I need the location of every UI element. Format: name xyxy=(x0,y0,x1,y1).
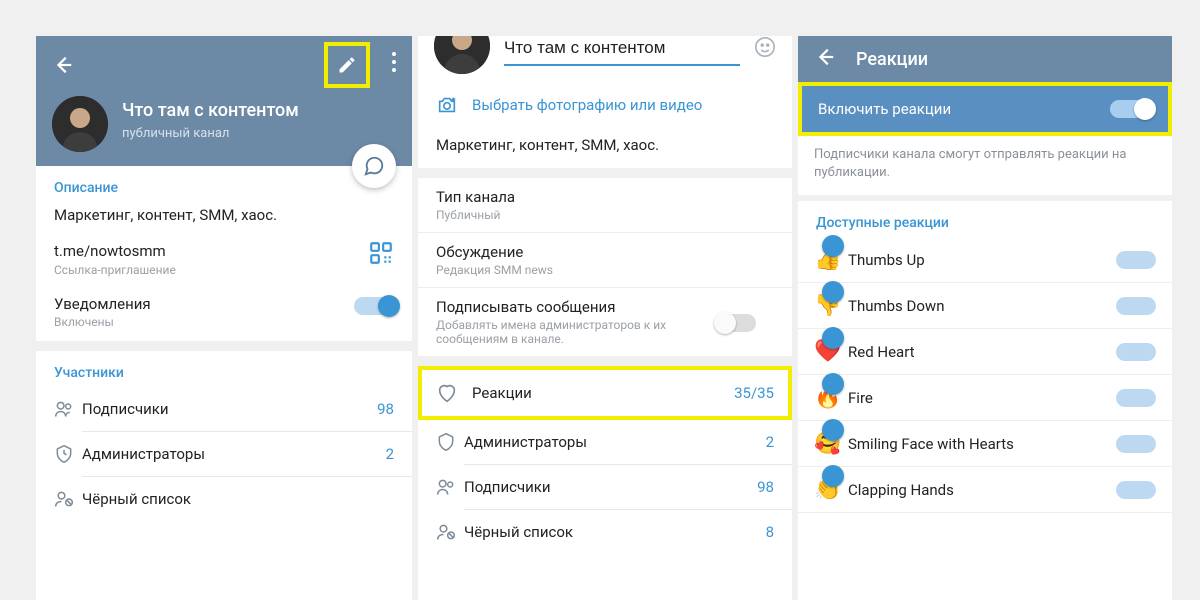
reaction-toggle[interactable] xyxy=(1116,343,1156,361)
channel-header: Что там с контентом публичный канал xyxy=(36,36,412,166)
reactions-row-highlighted[interactable]: Реакции 35/35 xyxy=(418,366,792,420)
channel-subtitle: публичный канал xyxy=(122,126,229,141)
reaction-label: Thumbs Up xyxy=(848,251,1116,269)
reactions-hint: Подписчики канала смогут отправлять реак… xyxy=(798,136,1172,195)
edit-subs-row[interactable]: Подписчики 98 xyxy=(418,465,792,509)
more-menu-icon[interactable] xyxy=(392,52,396,72)
invite-link-row[interactable]: t.me/nowtosmm Ссылка-приглашение xyxy=(36,234,412,285)
admins-row[interactable]: Администраторы 2 xyxy=(36,432,412,476)
reactions-header-title: Реакции xyxy=(856,49,928,70)
invite-link: t.me/nowtosmm xyxy=(54,242,394,260)
sign-messages-sub: Добавлять имена администраторов к их соо… xyxy=(436,318,696,346)
enable-reactions-toggle[interactable] xyxy=(1110,100,1150,118)
discussion-row[interactable]: Обсуждение Редакция SMM news xyxy=(418,233,792,287)
channel-type-row[interactable]: Тип канала Публичный xyxy=(418,178,792,232)
subscribers-row[interactable]: Подписчики 98 xyxy=(36,387,412,431)
reaction-row[interactable]: 👎 Thumbs Down xyxy=(798,283,1172,328)
notifications-value: Включены xyxy=(54,315,394,329)
people-icon xyxy=(436,477,464,497)
invite-link-label: Ссылка-приглашение xyxy=(54,263,394,277)
channel-type-title: Тип канала xyxy=(436,188,774,206)
enable-reactions-row[interactable]: Включить реакции xyxy=(802,86,1168,132)
reaction-toggle[interactable] xyxy=(1116,297,1156,315)
notifications-toggle[interactable] xyxy=(354,297,394,315)
reactions-header: Реакции xyxy=(798,36,1172,82)
reaction-row[interactable]: ❤️ Red Heart xyxy=(798,329,1172,374)
admins-count: 2 xyxy=(386,445,394,463)
blacklist-label: Чёрный список xyxy=(82,490,394,508)
reaction-row[interactable]: 👏 Clapping Hands xyxy=(798,467,1172,512)
edit-subs-value: 98 xyxy=(757,478,774,496)
edit-admins-row[interactable]: Администраторы 2 xyxy=(418,420,792,464)
edit-admins-value: 2 xyxy=(766,433,774,451)
sign-messages-row[interactable]: Подписывать сообщения Добавлять имена ад… xyxy=(418,288,792,356)
reaction-row[interactable]: 🔥 Fire xyxy=(798,375,1172,420)
reactions-screen: Реакции Включить реакции Подписчики кана… xyxy=(798,36,1172,600)
channel-info-screen: Что там с контентом публичный канал Опис… xyxy=(36,36,412,600)
camera-icon xyxy=(436,94,458,116)
reaction-toggle[interactable] xyxy=(1116,481,1156,499)
subscribers-icon xyxy=(54,399,82,419)
reaction-toggle[interactable] xyxy=(1116,251,1156,269)
edit-header xyxy=(418,36,792,82)
edit-blacklist-value: 8 xyxy=(766,523,774,541)
edit-description[interactable]: Маркетинг, контент, SMM, хаос. xyxy=(418,128,792,168)
channel-title: Что там с контентом xyxy=(122,100,299,121)
reaction-label: Fire xyxy=(848,389,1116,407)
emoji-picker-icon[interactable] xyxy=(754,36,776,62)
reactions-list: 👍 Thumbs Up 👎 Thumbs Down ❤️ Red Heart 🔥… xyxy=(798,237,1172,513)
reaction-toggle[interactable] xyxy=(1116,389,1156,407)
blacklist-row[interactable]: Чёрный список xyxy=(36,477,412,521)
reactions-label: Реакции xyxy=(472,384,720,402)
enable-reactions-label: Включить реакции xyxy=(818,100,951,118)
available-reactions-title: Доступные реакции xyxy=(798,201,1172,237)
reaction-label: Thumbs Down xyxy=(848,297,1116,315)
admins-label: Администраторы xyxy=(82,445,386,463)
back-arrow-icon[interactable] xyxy=(52,54,74,76)
channel-avatar[interactable] xyxy=(52,96,108,152)
reaction-label: Smiling Face with Hearts xyxy=(848,435,1116,453)
sign-messages-toggle[interactable] xyxy=(716,314,756,332)
edit-admins-label: Администраторы xyxy=(464,433,766,451)
edit-avatar[interactable] xyxy=(434,36,490,74)
enable-reactions-highlighted: Включить реакции xyxy=(798,82,1172,136)
channel-name-input[interactable] xyxy=(504,36,740,66)
reaction-row[interactable]: 🥰 Smiling Face with Hearts xyxy=(798,421,1172,466)
reaction-toggle[interactable] xyxy=(1116,435,1156,453)
shield-icon xyxy=(436,432,464,452)
members-section-title: Участники xyxy=(36,351,412,387)
edit-subs-label: Подписчики xyxy=(464,478,757,496)
reactions-value: 35/35 xyxy=(734,384,774,402)
edit-blacklist-row[interactable]: Чёрный список 8 xyxy=(418,510,792,554)
reaction-label: Red Heart xyxy=(848,343,1116,361)
reaction-row[interactable]: 👍 Thumbs Up xyxy=(798,237,1172,282)
blacklist-icon xyxy=(54,489,82,509)
subscribers-count: 98 xyxy=(377,400,394,418)
heart-icon xyxy=(436,382,458,404)
channel-edit-screen: Выбрать фотографию или видео Маркетинг, … xyxy=(418,36,792,600)
edit-blacklist-label: Чёрный список xyxy=(464,523,766,541)
open-chat-button[interactable] xyxy=(352,144,396,188)
channel-description: Маркетинг, контент, SMM, хаос. xyxy=(36,202,412,234)
pick-photo-row[interactable]: Выбрать фотографию или видео xyxy=(418,82,792,128)
edit-channel-button[interactable] xyxy=(324,42,370,88)
admins-icon xyxy=(54,444,82,464)
notifications-title: Уведомления xyxy=(54,295,394,313)
channel-type-value: Публичный xyxy=(436,208,696,222)
discussion-value: Редакция SMM news xyxy=(436,263,696,277)
reaction-label: Clapping Hands xyxy=(848,481,1116,499)
qr-code-icon[interactable] xyxy=(368,240,394,270)
ban-icon xyxy=(436,522,464,542)
back-arrow-icon[interactable] xyxy=(814,46,836,72)
discussion-title: Обсуждение xyxy=(436,243,774,261)
pick-photo-label: Выбрать фотографию или видео xyxy=(472,96,702,114)
notifications-row[interactable]: Уведомления Включены xyxy=(36,285,412,341)
subscribers-label: Подписчики xyxy=(82,400,377,418)
